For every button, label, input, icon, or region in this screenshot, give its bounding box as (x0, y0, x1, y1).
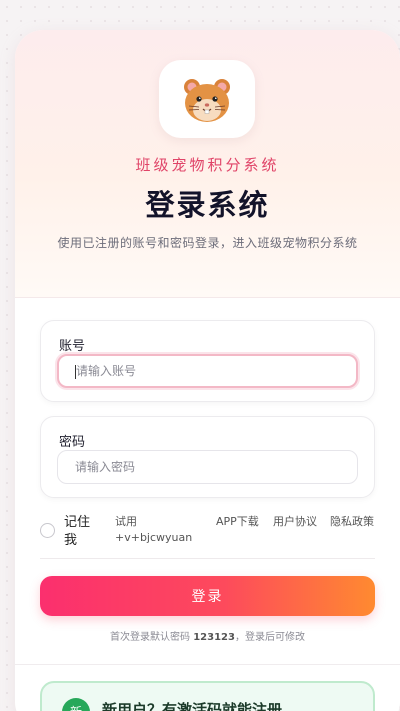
account-field-card: 账号 (40, 320, 375, 402)
app-logo (159, 60, 255, 138)
page-subtitle: 使用已注册的账号和密码登录，进入班级宠物积分系统 (57, 236, 358, 250)
login-button[interactable]: 登录 (40, 576, 375, 616)
account-label: 账号 (59, 339, 86, 354)
brand-name: 班级宠物积分系统 (135, 156, 280, 174)
new-badge: 新 (62, 698, 90, 711)
text-caret (75, 365, 76, 379)
default-password-value: 123123 (193, 632, 235, 643)
user-agreement-link[interactable]: 用户协议 (273, 514, 317, 530)
password-label: 密码 (59, 435, 86, 450)
privacy-policy-link[interactable]: 隐私政策 (330, 514, 374, 530)
login-card: 班级宠物积分系统 登录系统 使用已注册的账号和密码登录，进入班级宠物积分系统 账… (15, 30, 400, 711)
password-input[interactable] (57, 450, 358, 484)
hint-text-after: ，登录后可修改 (234, 632, 305, 643)
hamster-icon (184, 79, 230, 122)
remember-me-label[interactable]: 记住我 (64, 514, 100, 550)
trial-contact-text: 试用 +v+bjcwyuan (115, 515, 193, 544)
remember-me-radio[interactable] (40, 523, 55, 538)
register-promo-text: 新用户？有激活码就能注册 (102, 701, 283, 711)
app-download-link[interactable]: APP下载 (216, 514, 260, 530)
header-section: 班级宠物积分系统 登录系统 使用已注册的账号和密码登录，进入班级宠物积分系统 (15, 30, 400, 298)
divider (40, 558, 375, 559)
password-field-card: 密码 (40, 416, 375, 498)
page-title: 登录系统 (145, 188, 270, 222)
default-password-hint: 首次登录默认密码 123123，登录后可修改 (15, 628, 400, 643)
section-divider (15, 664, 400, 665)
hint-text-before: 首次登录默认密码 (110, 632, 194, 643)
login-options-row: 记住我 试用 +v+bjcwyuan APP下载 用户协议 隐私政策 (40, 514, 375, 554)
account-input[interactable] (57, 354, 358, 388)
register-promo-card[interactable]: 新 新用户？有激活码就能注册 (40, 681, 375, 711)
